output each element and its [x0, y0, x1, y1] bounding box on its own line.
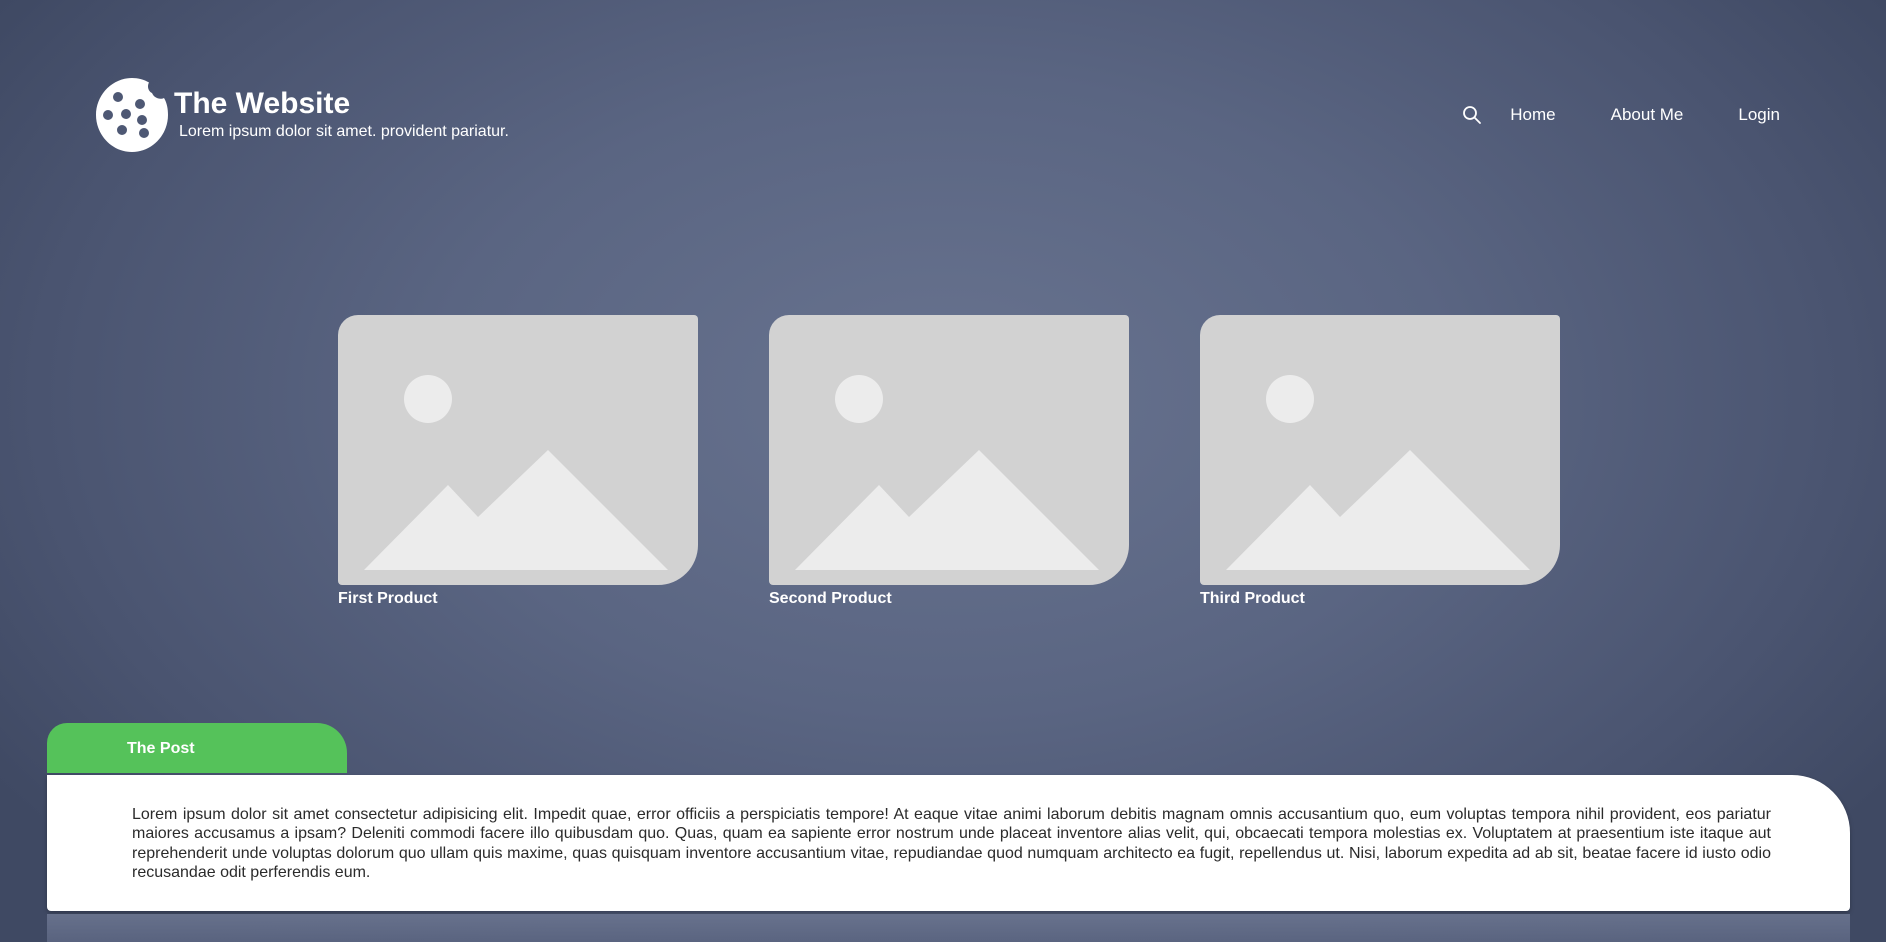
image-placeholder-icon[interactable] — [769, 315, 1129, 585]
image-placeholder-icon[interactable] — [1200, 315, 1560, 585]
main-nav: Home About Me Login — [1462, 104, 1780, 126]
product-card-second[interactable]: Second Product — [769, 315, 1129, 608]
post-body: Lorem ipsum dolor sit amet consectetur a… — [132, 806, 1771, 881]
post-tab[interactable]: The Post — [47, 723, 347, 773]
product-name[interactable]: Third Product — [1200, 590, 1560, 608]
nav-home[interactable]: Home — [1510, 104, 1555, 126]
nav-about-me[interactable]: About Me — [1611, 104, 1684, 126]
site-title: The Website — [174, 87, 351, 120]
cookie-icon — [96, 78, 168, 152]
post-card: Lorem ipsum dolor sit amet consectetur a… — [47, 775, 1850, 911]
product-card-third[interactable]: Third Product — [1200, 315, 1560, 608]
search-icon[interactable] — [1462, 105, 1482, 125]
footer-strip — [47, 914, 1850, 942]
nav-login[interactable]: Login — [1738, 104, 1780, 126]
site-tagline: Lorem ipsum dolor sit amet. provident pa… — [179, 123, 509, 140]
product-card-first[interactable]: First Product — [338, 315, 698, 608]
product-list: First Product Second Product Third Produ… — [338, 315, 1560, 608]
site-brand[interactable]: The Website Lorem ipsum dolor sit amet. … — [94, 76, 509, 154]
product-name[interactable]: Second Product — [769, 590, 1129, 608]
product-name[interactable]: First Product — [338, 590, 698, 608]
image-placeholder-icon[interactable] — [338, 315, 698, 585]
